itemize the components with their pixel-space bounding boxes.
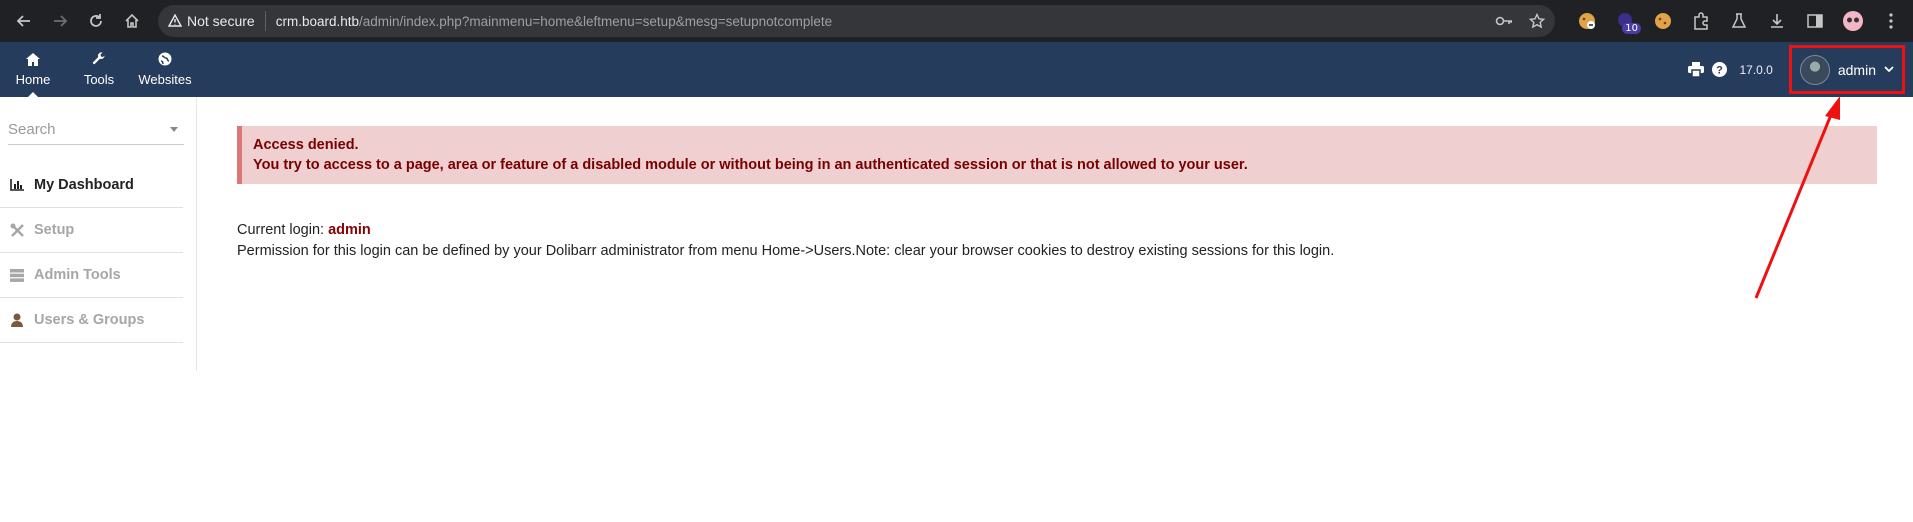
user-menu[interactable]: admin — [1788, 45, 1905, 94]
forward-button[interactable] — [44, 5, 76, 37]
search-select[interactable]: Search — [8, 117, 184, 145]
tools-icon — [9, 223, 25, 238]
tmenu-tools-label: Tools — [83, 72, 115, 87]
sidebar-item-users-groups[interactable]: Users & Groups — [0, 298, 183, 343]
house-icon — [125, 13, 139, 28]
user-icon — [9, 313, 25, 327]
reload-icon — [90, 14, 102, 27]
sidebar-item-dashboard[interactable]: My Dashboard — [0, 163, 183, 208]
arrow-right-icon — [54, 15, 68, 27]
home-button[interactable] — [116, 5, 148, 37]
version-label: 17.0.0 — [1739, 62, 1773, 77]
browser-toolbar: Not secure crm.board.htb/admin/index.php… — [0, 0, 1913, 42]
error-title: Access denied. — [253, 137, 359, 153]
chart-icon — [9, 179, 25, 191]
side-panel-button[interactable] — [1801, 7, 1829, 35]
main-content: Access denied. You try to access to a pa… — [197, 97, 1913, 371]
top-menu-bar: Home Tools Websites ? 17.0.0 admin — [0, 42, 1913, 97]
svg-text:?: ? — [1717, 65, 1724, 77]
key-icon[interactable] — [1495, 14, 1513, 28]
side-panel-icon — [1807, 14, 1823, 28]
wrench-icon — [92, 52, 105, 65]
back-button[interactable] — [8, 5, 40, 37]
sidebar-item-admin-tools[interactable]: Admin Tools — [0, 253, 183, 298]
url-path: /admin/index.php?mainmenu=home&leftmenu=… — [359, 13, 833, 29]
tmenu-tools[interactable]: Tools — [66, 42, 132, 97]
sidebar-item-setup[interactable]: Setup — [0, 208, 183, 253]
flask-icon — [1731, 13, 1747, 28]
sidebar-item-label: My Dashboard — [34, 177, 134, 193]
caret-down-icon — [170, 127, 178, 132]
extension-cookie-editor[interactable] — [1649, 7, 1677, 35]
tmenu-websites[interactable]: Websites — [132, 42, 198, 97]
browser-menu-button[interactable] — [1877, 7, 1905, 35]
cookie-icon — [1655, 13, 1671, 29]
security-indicator[interactable]: Not secure — [168, 11, 266, 31]
side-menu: My Dashboard Setup Admin Tools Users & G… — [0, 163, 196, 343]
kebab-menu-icon — [1889, 13, 1893, 29]
cookie-icon — [1579, 13, 1595, 29]
profile-avatar-icon — [1843, 11, 1863, 31]
extensions-button[interactable] — [1687, 7, 1715, 35]
current-login-line: Current login: admin — [237, 220, 1877, 241]
download-icon — [1771, 14, 1783, 28]
extension-badge[interactable]: 10 — [1611, 7, 1641, 35]
error-message: You try to access to a page, area or fea… — [253, 157, 1248, 173]
login-info: Current login: admin Permission for this… — [237, 220, 1877, 262]
downloads-button[interactable] — [1763, 7, 1791, 35]
server-icon — [9, 268, 25, 282]
user-name: admin — [1837, 61, 1876, 78]
url-host: crm.board.htb — [275, 13, 359, 29]
help-icon[interactable]: ? — [1712, 62, 1728, 77]
print-icon[interactable] — [1688, 62, 1705, 77]
avatar — [1799, 54, 1830, 85]
error-message-box: Access denied. You try to access to a pa… — [237, 126, 1877, 184]
reload-button[interactable] — [80, 5, 112, 37]
address-bar[interactable]: Not secure crm.board.htb/admin/index.php… — [158, 5, 1555, 37]
sidebar-item-label: Users & Groups — [34, 312, 145, 328]
top-menu: Home Tools Websites — [0, 42, 198, 97]
left-sidebar: Search My Dashboard Setup Admin Tools Us… — [0, 97, 197, 371]
current-login-name: admin — [328, 222, 371, 238]
star-icon[interactable] — [1529, 13, 1545, 29]
labs-button[interactable] — [1725, 7, 1753, 35]
sidebar-item-label: Setup — [34, 222, 75, 238]
arrow-left-icon — [16, 15, 30, 27]
globe-icon — [158, 52, 172, 66]
home-icon — [26, 52, 40, 66]
extension-badge-count: 10 — [1622, 23, 1641, 34]
search-placeholder: Search — [8, 121, 56, 138]
tmenu-websites-label: Websites — [138, 72, 192, 87]
extension-cookie[interactable] — [1573, 7, 1601, 35]
chevron-down-icon — [1884, 66, 1894, 73]
puzzle-icon — [1694, 12, 1708, 30]
sidebar-item-label: Admin Tools — [34, 267, 121, 283]
security-label: Not secure — [187, 13, 255, 29]
url-text[interactable]: crm.board.htb/admin/index.php?mainmenu=h… — [276, 14, 1495, 29]
profile-button[interactable] — [1839, 7, 1867, 35]
warning-icon — [168, 14, 182, 27]
tmenu-home-label: Home — [15, 71, 51, 87]
tmenu-home[interactable]: Home — [0, 42, 66, 97]
current-login-label: Current login: — [237, 222, 329, 238]
permission-text: Permission for this login can be defined… — [237, 243, 1335, 259]
